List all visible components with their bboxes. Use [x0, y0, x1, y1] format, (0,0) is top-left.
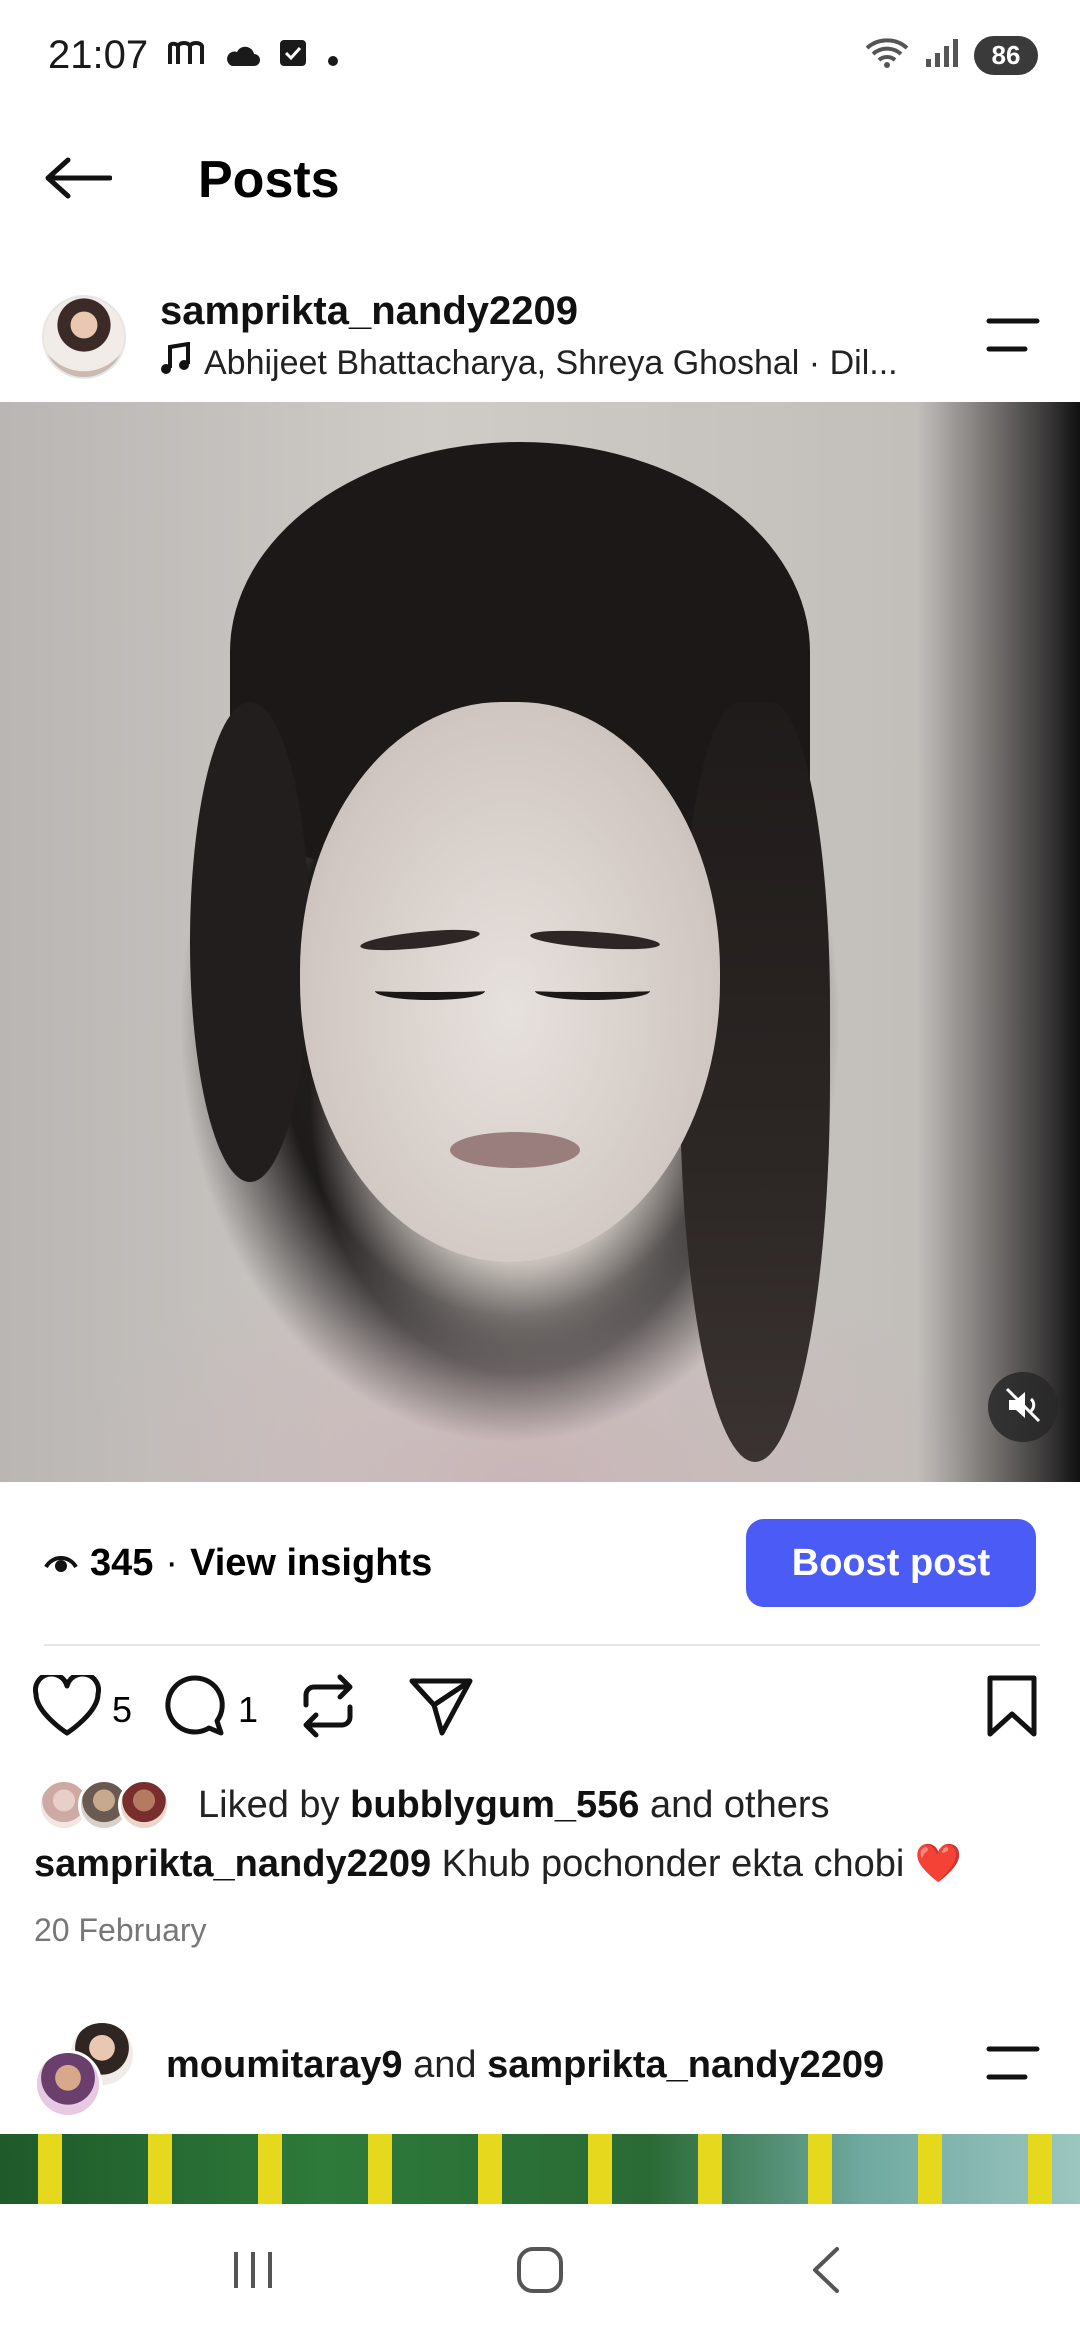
avatar[interactable] [42, 295, 126, 379]
m-app-icon [166, 33, 206, 78]
insights-row: 345 · View insights Boost post [0, 1518, 1080, 1608]
home-button[interactable] [480, 2232, 600, 2312]
next-post-header: moumitaray9 and samprikta_nandy2209 [0, 2000, 1080, 2130]
back-arrow-icon [44, 156, 113, 205]
repost-icon [298, 1673, 358, 1748]
caption-text: Khub pochonder ekta chobi [441, 1843, 905, 1885]
next-post-joiner: and [413, 2043, 477, 2086]
eye-icon [44, 1542, 78, 1585]
status-bar: 21:07 86 [0, 0, 1080, 110]
post-options-button[interactable] [978, 2035, 1048, 2095]
recent-apps-button[interactable] [193, 2232, 313, 2312]
repost-button[interactable] [298, 1673, 358, 1748]
share-button[interactable] [408, 1675, 474, 1746]
system-nav-bar [0, 2204, 1080, 2340]
comment-button[interactable]: 1 [162, 1673, 258, 1748]
home-icon [515, 2245, 565, 2300]
like-count: 5 [112, 1689, 133, 1730]
liked-by-prefix: Liked by [198, 1783, 340, 1826]
brow-right-shape [529, 927, 661, 953]
menu-icon [983, 315, 1043, 360]
app-header: Posts [0, 120, 1080, 240]
likes-text: Liked by bubblygum_556 and others [198, 1784, 830, 1827]
speaker-muted-icon [1003, 1385, 1043, 1430]
back-button[interactable] [18, 120, 138, 240]
bookmark-icon [984, 1674, 1040, 1747]
divider [44, 1644, 1040, 1646]
view-insights-label: View insights [190, 1541, 433, 1584]
liker-avatar [118, 1779, 170, 1831]
liked-by-suffix: and others [649, 1783, 830, 1826]
heart-icon [32, 1671, 102, 1746]
post-media[interactable] [0, 402, 1080, 1482]
mute-button[interactable] [988, 1372, 1058, 1442]
checkbox-icon [278, 33, 308, 78]
next-post-media[interactable] [0, 2134, 1080, 2204]
chevron-left-icon [807, 2245, 847, 2300]
post-date: 20 February [34, 1912, 207, 1948]
eye-right-shape [535, 982, 650, 1000]
post-options-button[interactable] [978, 307, 1048, 367]
liked-by-user[interactable]: bubblygum_556 [350, 1784, 639, 1826]
post-header: samprikta_nandy2209 Abhijeet Bhattachary… [0, 272, 1080, 402]
next-post-user-a[interactable]: moumitaray9 [166, 2044, 403, 2086]
next-post-user-b[interactable]: samprikta_nandy2209 [487, 2044, 884, 2086]
face-shape [300, 702, 720, 1262]
next-post-authors: moumitaray9 and samprikta_nandy2209 [166, 2044, 884, 2087]
eye-left-shape [375, 982, 485, 1000]
music-note-icon [160, 342, 190, 385]
post-username[interactable]: samprikta_nandy2209 [160, 289, 940, 334]
dot-icon [326, 33, 340, 78]
braid-left-shape [190, 702, 310, 1182]
status-left: 21:07 [48, 33, 340, 78]
action-bar: 5 1 [0, 1670, 1080, 1750]
view-insights-link[interactable]: 345 · View insights [44, 1542, 432, 1585]
audio-text: Abhijeet Bhattacharya, Shreya Ghoshal · … [204, 344, 898, 382]
caption-username[interactable]: samprikta_nandy2209 [34, 1843, 431, 1885]
status-right: 86 [864, 35, 1038, 75]
avatar [34, 2050, 102, 2118]
page-title: Posts [198, 151, 340, 209]
status-time: 21:07 [48, 32, 149, 77]
like-button[interactable]: 5 [32, 1671, 133, 1746]
likes-row[interactable]: Liked by bubblygum_556 and others [0, 1770, 1080, 1840]
menu-icon [983, 2043, 1043, 2088]
liker-avatars [38, 1779, 170, 1831]
comment-icon [162, 1673, 228, 1748]
signal-icon [924, 37, 960, 74]
lips-shape [450, 1132, 580, 1168]
recent-apps-icon [228, 2248, 278, 2297]
system-back-button[interactable] [767, 2232, 887, 2312]
battery-indicator: 86 [974, 35, 1038, 75]
audio-attribution[interactable]: Abhijeet Bhattacharya, Shreya Ghoshal · … [160, 342, 940, 385]
heart-emoji-icon: ❤️ [914, 1843, 963, 1885]
comment-count: 1 [238, 1689, 259, 1730]
collab-avatars[interactable] [34, 2010, 154, 2120]
post-meta: samprikta_nandy2209 Abhijeet Bhattachary… [160, 289, 940, 385]
save-button[interactable] [984, 1674, 1040, 1747]
send-icon [408, 1675, 474, 1746]
view-count: 345 [90, 1541, 154, 1584]
boost-post-button[interactable]: Boost post [746, 1519, 1036, 1607]
cloud-icon [224, 33, 261, 78]
caption: samprikta_nandy2209 Khub pochonder ekta … [34, 1842, 1044, 1886]
separator-dot: · [165, 1541, 179, 1584]
wifi-icon [864, 36, 910, 75]
brow-left-shape [359, 925, 481, 955]
